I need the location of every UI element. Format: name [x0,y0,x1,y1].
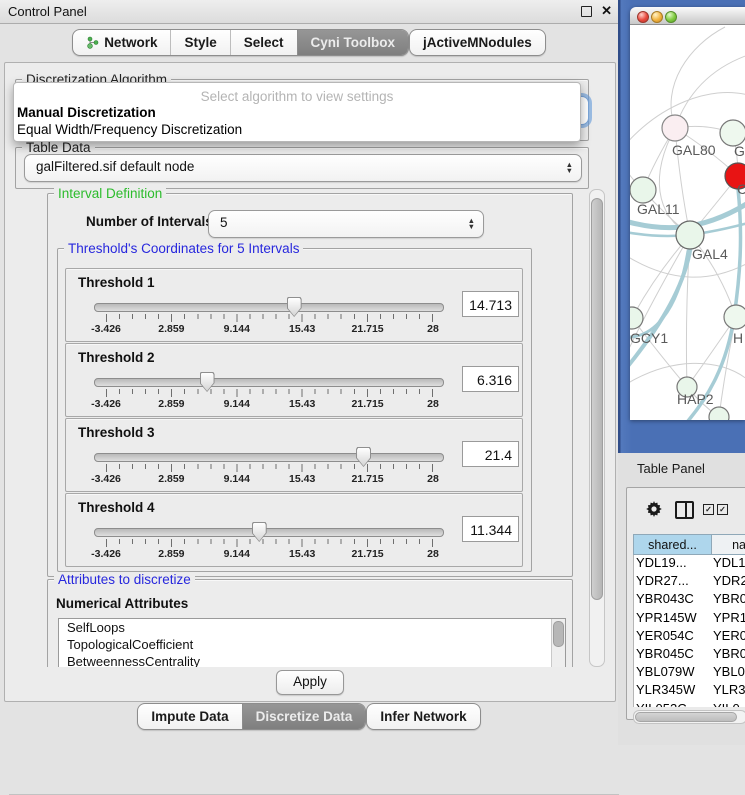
combo-stepper-icon: ▲▼ [566,162,573,174]
node-gal4[interactable] [676,221,704,249]
bottom-tab-bar: Impute Data Discretize Data Infer Networ… [0,703,618,730]
mac-minimize-button[interactable] [651,11,663,23]
tab-infer-network[interactable]: Infer Network [367,704,479,729]
tab-network[interactable]: Network [73,30,170,55]
node-label: H [733,330,743,346]
table-row[interactable]: YBL079WYBL0 [634,664,745,682]
checked-box-icon: ✓ [717,504,728,515]
settings-scrollbar[interactable] [589,189,605,667]
number-of-intervals-combo[interactable]: 5 ▲▼ [208,210,484,238]
network-window: GAL80 GA C GAL11 GAL4 GCY1 H HAP2 [630,7,745,420]
numerical-attributes-label: Numerical Attributes [56,596,188,611]
control-panel: Control Panel ✕ Network Style Select Cyn… [0,0,618,745]
gear-icon[interactable] [645,500,663,523]
table-row[interactable]: YER054CYER0 [634,628,745,646]
number-of-intervals-label: Number of Intervals [86,214,213,229]
column-header-name[interactable]: na [712,535,745,554]
mac-zoom-button[interactable] [665,11,677,23]
threshold-4-slider[interactable]: -3.426 2.859 9.144 15.43 21.715 28 [94,522,444,562]
popup-item-equal-width-frequency[interactable]: Equal Width/Frequency Discretization [17,122,242,137]
top-tab-bar: Network Style Select Cyni Toolbox jActiv… [0,29,618,56]
tab-jactivemnodules[interactable]: jActiveMNodules [410,30,545,55]
network-graph: GAL80 GA C GAL11 GAL4 GCY1 H HAP2 [630,25,745,420]
numerical-attributes-list: SelfLoops TopologicalCoefficient Between… [58,618,566,667]
panel-title: Control Panel [8,4,87,19]
checkbox-columns-icon[interactable]: ✓ ✓ [703,504,728,515]
right-region: GAL80 GA C GAL11 GAL4 GCY1 H HAP2 Table … [618,0,745,745]
table-row[interactable]: YIL052CYIL0 [634,701,745,708]
network-window-titlebar[interactable] [630,7,745,25]
network-icon [86,36,99,49]
threshold-2-box: Threshold 2 -3.426 2.859 9.144 15.43 21.… [65,343,523,417]
table-row[interactable]: YPR145WYPR1 [634,610,745,628]
node-bottom-partial[interactable] [709,407,729,420]
thresholds-group: Threshold's Coordinates for 5 Intervals … [57,248,532,572]
node-label: GAL4 [692,246,728,262]
node-gcy1[interactable] [630,307,643,329]
node-gal11[interactable] [630,177,656,203]
column-header-shared-name[interactable]: shared... [634,535,712,554]
columns-icon[interactable] [675,501,694,519]
close-icon[interactable]: ✕ [601,3,612,19]
table-row[interactable]: YBR043CYBR0 [634,591,745,609]
tab-impute-data[interactable]: Impute Data [138,704,241,729]
attributes-group-label: Attributes to discretize [54,572,195,587]
table-panel-card: ✓ ✓ shared... na YDL19...YDL1 YDR27...YD… [626,487,745,720]
threshold-3-box: Threshold 3 -3.426 2.859 9.144 15.43 21.… [65,418,523,492]
list-item[interactable]: BetweennessCentrality [59,653,565,667]
tab-cyni-toolbox[interactable]: Cyni Toolbox [297,30,409,55]
float-window-icon[interactable] [581,6,592,17]
table-body: YDL19...YDL1 YDR27...YDR2 YBR043CYBR0 YP… [633,555,745,707]
threshold-2-slider[interactable]: -3.426 2.859 9.144 15.43 21.715 28 [94,372,444,412]
control-panel-titlebar: Control Panel ✕ [0,0,618,24]
popup-placeholder: Select algorithm to view settings [14,89,580,104]
node-label: GAL11 [637,201,680,217]
node-label: C [737,181,745,197]
list-scrollbar[interactable] [551,619,565,667]
algorithm-dropdown-popup: Select algorithm to view settings Manual… [13,82,581,142]
table-header-row: shared... na [633,534,745,555]
threshold-3-value-field[interactable]: 21.4 [462,441,519,467]
threshold-4-box: Threshold 4 -3.426 2.859 9.144 15.43 21.… [65,493,523,567]
table-row[interactable]: YBR045CYBR0 [634,646,745,664]
thresholds-group-label: Threshold's Coordinates for 5 Intervals [64,241,303,256]
threshold-1-slider[interactable]: -3.426 2.859 9.144 15.43 21.715 28 [94,297,444,337]
node-gal80[interactable] [662,115,688,141]
node-label: GCY1 [630,330,668,346]
table-data-label: Table Data [22,140,95,155]
threshold-2-value-field[interactable]: 6.316 [462,366,519,392]
table-row[interactable]: YDL19...YDL1 [634,555,745,573]
table-data-group: Table Data galFiltered.sif default node … [15,147,589,189]
interval-definition-label: Interval Definition [54,187,166,201]
settings-scroll-area: Interval Definition Number of Intervals … [15,187,589,667]
network-canvas[interactable]: GAL80 GA C GAL11 GAL4 GCY1 H HAP2 [630,25,745,420]
list-item[interactable]: TopologicalCoefficient [59,636,565,653]
list-item[interactable]: SelfLoops [59,619,565,636]
table-horizontal-scrollbar[interactable] [633,710,745,724]
node-h[interactable] [724,305,745,329]
node-label: GAL80 [672,142,716,158]
threshold-1-box: Threshold 1 -3.426 2.859 9.144 15.43 21.… [65,268,523,342]
tab-discretize-data[interactable]: Discretize Data [242,704,366,729]
node-label: GA [734,143,745,159]
tab-select[interactable]: Select [230,30,297,55]
apply-button[interactable]: Apply [276,670,344,695]
table-data-combo[interactable]: galFiltered.sif default node ▲▼ [24,154,582,182]
table-panel-title: Table Panel [637,461,705,476]
cyni-toolbox-panel: Discretization Algorithm ▲▼ Select algor… [4,62,616,702]
threshold-4-value-field[interactable]: 11.344 [462,516,519,542]
node-label: HAP2 [677,391,714,407]
tab-style[interactable]: Style [170,30,229,55]
threshold-3-slider[interactable]: -3.426 2.859 9.144 15.43 21.715 28 [94,447,444,487]
checked-box-icon: ✓ [703,504,714,515]
node-table: shared... na YDL19...YDL1 YDR27...YDR2 Y… [633,534,745,707]
table-row[interactable]: YDR27...YDR2 [634,573,745,591]
combo-stepper-icon: ▲▼ [468,218,475,230]
mac-close-button[interactable] [637,11,649,23]
popup-item-manual-discretization[interactable]: Manual Discretization [17,105,156,120]
attributes-group: Attributes to discretize Numerical Attri… [47,579,573,667]
interval-definition-group: Interval Definition Number of Intervals … [47,193,573,577]
threshold-1-value-field[interactable]: 14.713 [462,291,519,317]
table-row[interactable]: YLR345WYLR3 [634,682,745,700]
